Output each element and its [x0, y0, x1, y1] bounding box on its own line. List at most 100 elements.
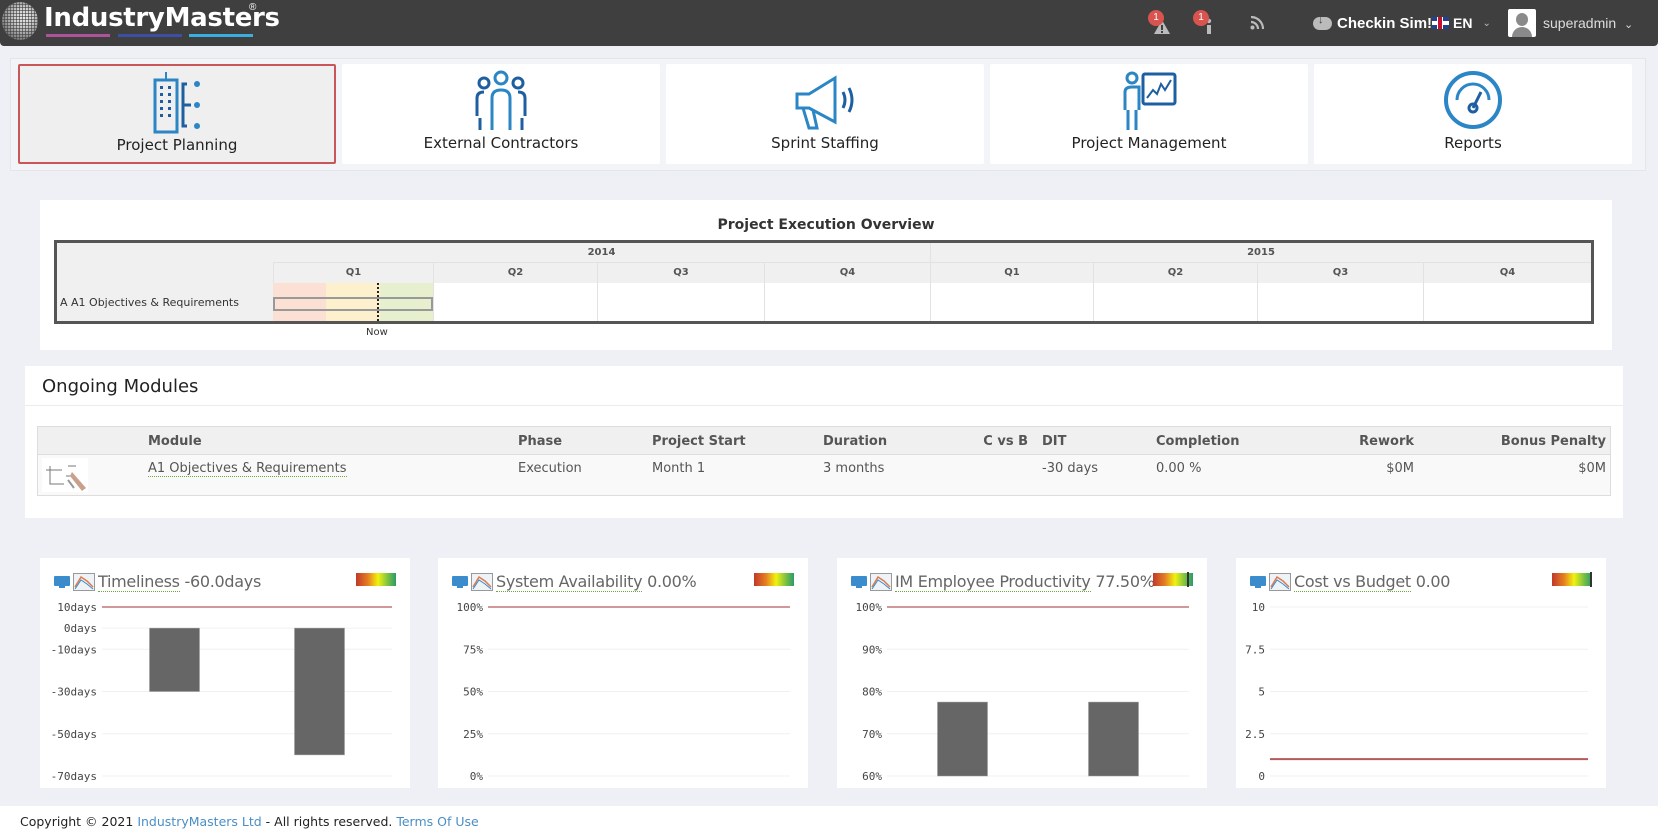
logo-stripe	[46, 34, 110, 37]
column-header[interactable]: Phase	[518, 434, 562, 449]
gantt-cell	[930, 283, 1093, 321]
kpi-card: System Availability 0.00% 100% 75% 50% 25% 0%	[438, 558, 808, 788]
y-tick-label: 75%	[463, 643, 483, 656]
dit-cell: -30 days	[1042, 461, 1099, 476]
year-header: 2015	[930, 243, 1591, 263]
y-tick-label: 25%	[463, 728, 483, 741]
language-selector[interactable]: EN ⌄	[1432, 15, 1491, 31]
gantt-header-blank	[57, 243, 273, 283]
module-link[interactable]: A1 Objectives & Requirements	[148, 461, 347, 477]
tile-project-management[interactable]: Project Management	[990, 64, 1308, 164]
column-header[interactable]: Duration	[823, 434, 887, 449]
y-tick-label: -30days	[51, 686, 97, 699]
y-tick-label: 0	[1258, 770, 1265, 783]
bar[interactable]	[149, 627, 200, 692]
logo-stripe	[189, 34, 253, 37]
tile-label: Project Planning	[116, 136, 238, 154]
presenter-chart-icon	[1123, 71, 1177, 130]
bar[interactable]	[294, 627, 345, 756]
tile-external-contractors[interactable]: External Contractors	[342, 64, 660, 164]
kpi-bar-chart: 10days 0days -10days -30days -50days -70days	[51, 601, 392, 783]
y-tick-label: 50%	[463, 686, 483, 699]
column-header[interactable]: Module	[148, 434, 202, 449]
bonus-penalty-cell: $0M	[1578, 461, 1606, 476]
kpi-bar-chart: 100% 90% 80% 70% 60%	[856, 601, 1189, 783]
registered-mark: ®	[249, 2, 257, 13]
y-tick-label: -70days	[51, 770, 97, 783]
terms-of-use-link[interactable]: Terms Of Use	[396, 814, 478, 829]
modules-table: Module Phase Project Start Duration C vs…	[37, 426, 1611, 496]
quarter-header: Q1	[273, 263, 433, 283]
avatar[interactable]	[1508, 9, 1536, 37]
column-header[interactable]: C vs B	[983, 434, 1028, 449]
gantt-cell	[1423, 283, 1591, 321]
y-tick-label: -10days	[51, 643, 97, 656]
column-header[interactable]: Project Start	[652, 434, 746, 449]
checkin-sim-button[interactable]: Checkin Sim!	[1313, 14, 1433, 32]
alerts-button[interactable]: 1	[1148, 10, 1174, 38]
tile-label: External Contractors	[423, 134, 579, 152]
y-tick-label: 100%	[457, 601, 484, 614]
column-header[interactable]: DIT	[1042, 434, 1067, 449]
y-tick-label: 10days	[57, 601, 97, 614]
tile-project-planning[interactable]: Project Planning	[18, 64, 336, 164]
checkin-label: Checkin Sim!	[1337, 15, 1433, 32]
gantt-row-label[interactable]: A A1 Objectives & Requirements	[57, 283, 273, 321]
footer: Copyright © 2021 IndustryMasters Ltd - A…	[0, 806, 1658, 837]
overview-title: Project Execution Overview	[717, 217, 935, 233]
now-label: Now	[366, 327, 388, 338]
globe-logo-icon	[2, 2, 38, 40]
y-tick-label: 0days	[64, 622, 97, 635]
tile-label: Sprint Staffing	[771, 134, 879, 152]
logo-stripe	[118, 34, 182, 37]
y-tick-label: 10	[1252, 601, 1265, 614]
column-header[interactable]: Rework	[1359, 434, 1414, 449]
y-tick-label: 60%	[862, 770, 882, 783]
tile-label: Reports	[1444, 134, 1502, 152]
rss-icon	[1250, 15, 1265, 30]
info-button[interactable]: 1	[1193, 10, 1219, 38]
bar[interactable]	[937, 701, 988, 777]
company-link[interactable]: IndustryMasters Ltd	[137, 814, 261, 829]
kpi-bar-chart: 100% 75% 50% 25% 0%	[457, 601, 790, 783]
alerts-badge: 1	[1148, 10, 1164, 26]
column-header[interactable]: Bonus Penalty	[1501, 434, 1606, 449]
y-tick-label: 100%	[856, 601, 883, 614]
gantt-task-bar[interactable]	[273, 297, 433, 311]
gantt-cell	[1093, 283, 1257, 321]
y-tick-label: 90%	[862, 643, 882, 656]
y-tick-label: 80%	[862, 686, 882, 699]
table-row[interactable]: A1 Objectives & Requirements Execution M…	[38, 455, 1610, 495]
rework-cell: $0M	[1386, 461, 1414, 476]
tile-reports[interactable]: Reports	[1314, 64, 1632, 164]
column-header[interactable]: Completion	[1156, 434, 1239, 449]
phase-cell: Execution	[518, 461, 582, 476]
quarter-header: Q4	[764, 263, 930, 283]
project-execution-overview: Project Execution Overview A A1 Objectiv…	[40, 200, 1612, 350]
bar[interactable]	[1088, 701, 1139, 777]
username: superadmin	[1543, 15, 1617, 31]
megaphone-icon	[795, 75, 854, 130]
ongoing-modules-panel: Ongoing Modules Module Phase Project Sta…	[25, 366, 1623, 518]
quarter-header: Q2	[1093, 263, 1257, 283]
project-start-cell: Month 1	[652, 461, 706, 476]
y-tick-label: -50days	[51, 728, 97, 741]
rss-button[interactable]	[1250, 15, 1266, 32]
language-label: EN	[1453, 15, 1473, 31]
quarter-header: Q3	[1257, 263, 1423, 283]
user-menu[interactable]: superadmin ⌄	[1543, 15, 1633, 31]
tile-sprint-staffing[interactable]: Sprint Staffing	[666, 64, 984, 164]
quarter-header: Q3	[597, 263, 764, 283]
info-badge: 1	[1193, 10, 1209, 26]
copyright-middle: - All rights reserved.	[261, 814, 397, 829]
chevron-down-icon: ⌄	[1624, 19, 1634, 31]
quarter-header: Q2	[433, 263, 597, 283]
module-nav: Project Planning External Contractors Sp…	[10, 58, 1646, 171]
chevron-down-icon: ⌄	[1482, 17, 1491, 29]
kpi-card: Timeliness -60.0days 10days 0days -10days -3…	[40, 558, 410, 788]
uk-flag-icon	[1432, 17, 1449, 29]
panel-title: Ongoing Modules	[42, 376, 199, 397]
quarter-header: Q4	[1423, 263, 1591, 283]
y-tick-label: 70%	[862, 728, 882, 741]
gantt-cell	[1257, 283, 1423, 321]
